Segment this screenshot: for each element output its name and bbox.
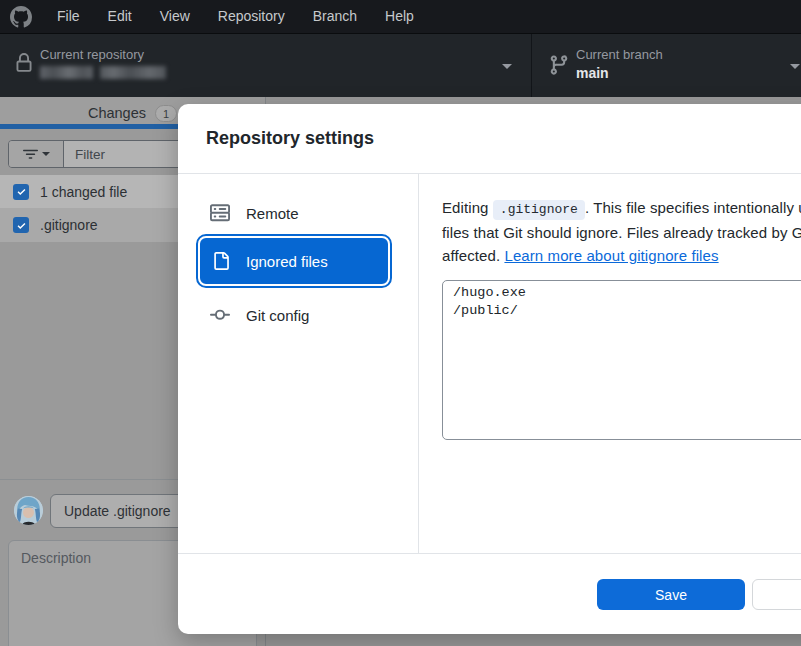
menu-edit[interactable]: Edit — [94, 0, 146, 33]
chevron-down-icon — [790, 64, 800, 69]
current-branch-name: main — [576, 65, 609, 81]
gitignore-description: Editing .gitignore. This file specifies … — [442, 196, 801, 267]
current-repository-label: Current repository — [40, 47, 144, 62]
chevron-down-icon — [502, 64, 512, 69]
nav-ignored-files-label: Ignored files — [246, 253, 328, 270]
select-all-checkbox[interactable] — [13, 184, 29, 200]
menu-view[interactable]: View — [146, 0, 204, 33]
nav-item-git-config[interactable]: Git config — [196, 298, 392, 332]
dialog-title: Repository settings — [206, 128, 374, 149]
dialog-footer: Save — [178, 554, 801, 634]
description-placeholder: Description — [21, 550, 91, 566]
file-checkbox[interactable] — [13, 217, 29, 233]
repository-name-redacted — [40, 66, 166, 80]
ignored-files-panel: Editing .gitignore. This file specifies … — [419, 174, 801, 553]
nav-item-ignored-files[interactable]: Ignored files — [198, 236, 390, 286]
toolbar: Current repository Current branch main — [0, 33, 801, 97]
server-icon — [210, 203, 230, 223]
nav-git-config-label: Git config — [246, 307, 309, 324]
current-repository-dropdown[interactable]: Current repository — [0, 34, 531, 97]
funnel-icon — [23, 147, 38, 162]
nav-item-remote[interactable]: Remote — [196, 196, 392, 230]
github-desktop-window: File Edit View Repository Branch Help Cu… — [0, 0, 801, 646]
settings-nav: Remote Ignored files Git config — [178, 174, 419, 553]
changes-count-badge: 1 — [155, 105, 177, 122]
filter-options-button[interactable] — [9, 141, 64, 167]
menu-bar: File Edit View Repository Branch Help — [0, 0, 801, 33]
changed-files-count: 1 changed file — [40, 184, 127, 200]
gitignore-content-textarea[interactable]: /hugo.exe /public/ — [442, 280, 801, 440]
commit-summary-value: Update .gitignore — [64, 503, 171, 519]
gitignore-file-chip: .gitignore — [493, 200, 585, 220]
file-name: .gitignore — [40, 217, 98, 233]
cancel-button[interactable] — [752, 579, 801, 610]
chevron-down-icon — [42, 152, 50, 156]
save-button[interactable]: Save — [597, 579, 745, 610]
dialog-header: Repository settings — [178, 104, 801, 173]
lock-icon — [14, 53, 34, 77]
menu-repository[interactable]: Repository — [204, 0, 299, 33]
filter-placeholder: Filter — [75, 147, 105, 162]
tab-changes-label: Changes — [88, 105, 146, 121]
commit-icon — [210, 305, 230, 325]
gitignore-learn-more-link[interactable]: Learn more about gitignore files — [504, 247, 718, 264]
avatar — [14, 496, 43, 525]
current-branch-label: Current branch — [576, 47, 663, 62]
git-branch-icon — [548, 54, 570, 80]
menu-help[interactable]: Help — [371, 0, 428, 33]
nav-remote-label: Remote — [246, 205, 299, 222]
file-icon — [212, 252, 230, 270]
github-logo-icon — [10, 6, 32, 28]
menu-branch[interactable]: Branch — [299, 0, 371, 33]
menu-file[interactable]: File — [43, 0, 94, 33]
current-branch-dropdown[interactable]: Current branch main — [532, 34, 801, 97]
repository-settings-dialog: Repository settings Remote Ignored files — [178, 104, 801, 634]
